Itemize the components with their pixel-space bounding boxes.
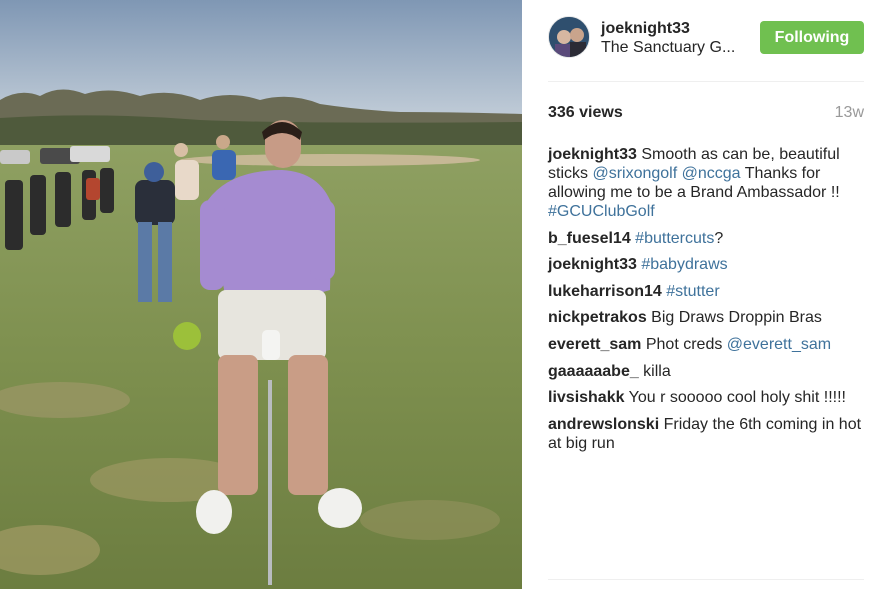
comment-link[interactable]: @everett_sam (727, 336, 831, 353)
comment-username[interactable]: lukeharrison14 (548, 283, 662, 300)
comment-item: joeknight33 Smooth as can be, beautiful … (548, 145, 864, 221)
comment-link[interactable]: @nccga (682, 165, 741, 182)
following-button[interactable]: Following (760, 21, 864, 54)
post-photo[interactable] (0, 0, 522, 589)
comment-username[interactable]: livsishakk (548, 389, 625, 406)
comment-username[interactable]: joeknight33 (548, 256, 637, 273)
comment-text: Phot creds (641, 335, 727, 353)
comment-item: b_fuesel14 #buttercuts? (548, 229, 864, 248)
comment-list: joeknight33 Smooth as can be, beautiful … (548, 145, 864, 460)
comment-username[interactable]: nickpetrakos (548, 309, 647, 326)
comment-username[interactable]: gaaaaaabe_ (548, 363, 639, 380)
comment-item: everett_sam Phot creds @everett_sam (548, 335, 864, 354)
comment-text: Big Draws Droppin Bras (646, 309, 822, 327)
comment-item: joeknight33 #babydraws (548, 255, 864, 274)
post-details-panel: joeknight33 The Sanctuary G... Following… (522, 0, 881, 589)
comment-text: ? (714, 229, 724, 247)
comment-item: nickpetrakos Big Draws Droppin Bras (548, 308, 864, 327)
comment-username[interactable]: everett_sam (548, 336, 641, 353)
comment-username[interactable]: b_fuesel14 (548, 230, 631, 247)
comment-link[interactable]: @srixongolf (592, 165, 677, 182)
comment-item: lukeharrison14 #stutter (548, 282, 864, 301)
avatar-image (549, 17, 589, 57)
owner-avatar[interactable] (548, 16, 590, 58)
comment-link[interactable]: #GCUClubGolf (548, 203, 655, 220)
comment-link[interactable]: #buttercuts (635, 230, 714, 247)
post-location[interactable]: The Sanctuary G... (601, 39, 741, 57)
golf-driving-range-image (0, 0, 522, 589)
comment-username[interactable]: andrewslonski (548, 416, 659, 433)
comment-item: andrewslonski Friday the 6th coming in h… (548, 415, 864, 453)
comment-link[interactable]: #babydraws (641, 256, 727, 273)
divider (548, 579, 864, 580)
comment-item: gaaaaaabe_ killa (548, 362, 864, 381)
comment-text: You r sooooo cool holy shit !!!!! (624, 389, 846, 407)
post-age[interactable]: 13w (835, 104, 864, 122)
post-stats: 336 views 13w (548, 104, 864, 124)
owner-username[interactable]: joeknight33 (601, 20, 690, 38)
post-header: joeknight33 The Sanctuary G... Following (548, 16, 864, 82)
comment-link[interactable]: #stutter (666, 283, 719, 300)
view-count: 336 views (548, 104, 623, 121)
comment-item: livsishakk You r sooooo cool holy shit !… (548, 388, 864, 407)
comment-text: killa (638, 362, 671, 380)
comment-username[interactable]: joeknight33 (548, 146, 637, 163)
